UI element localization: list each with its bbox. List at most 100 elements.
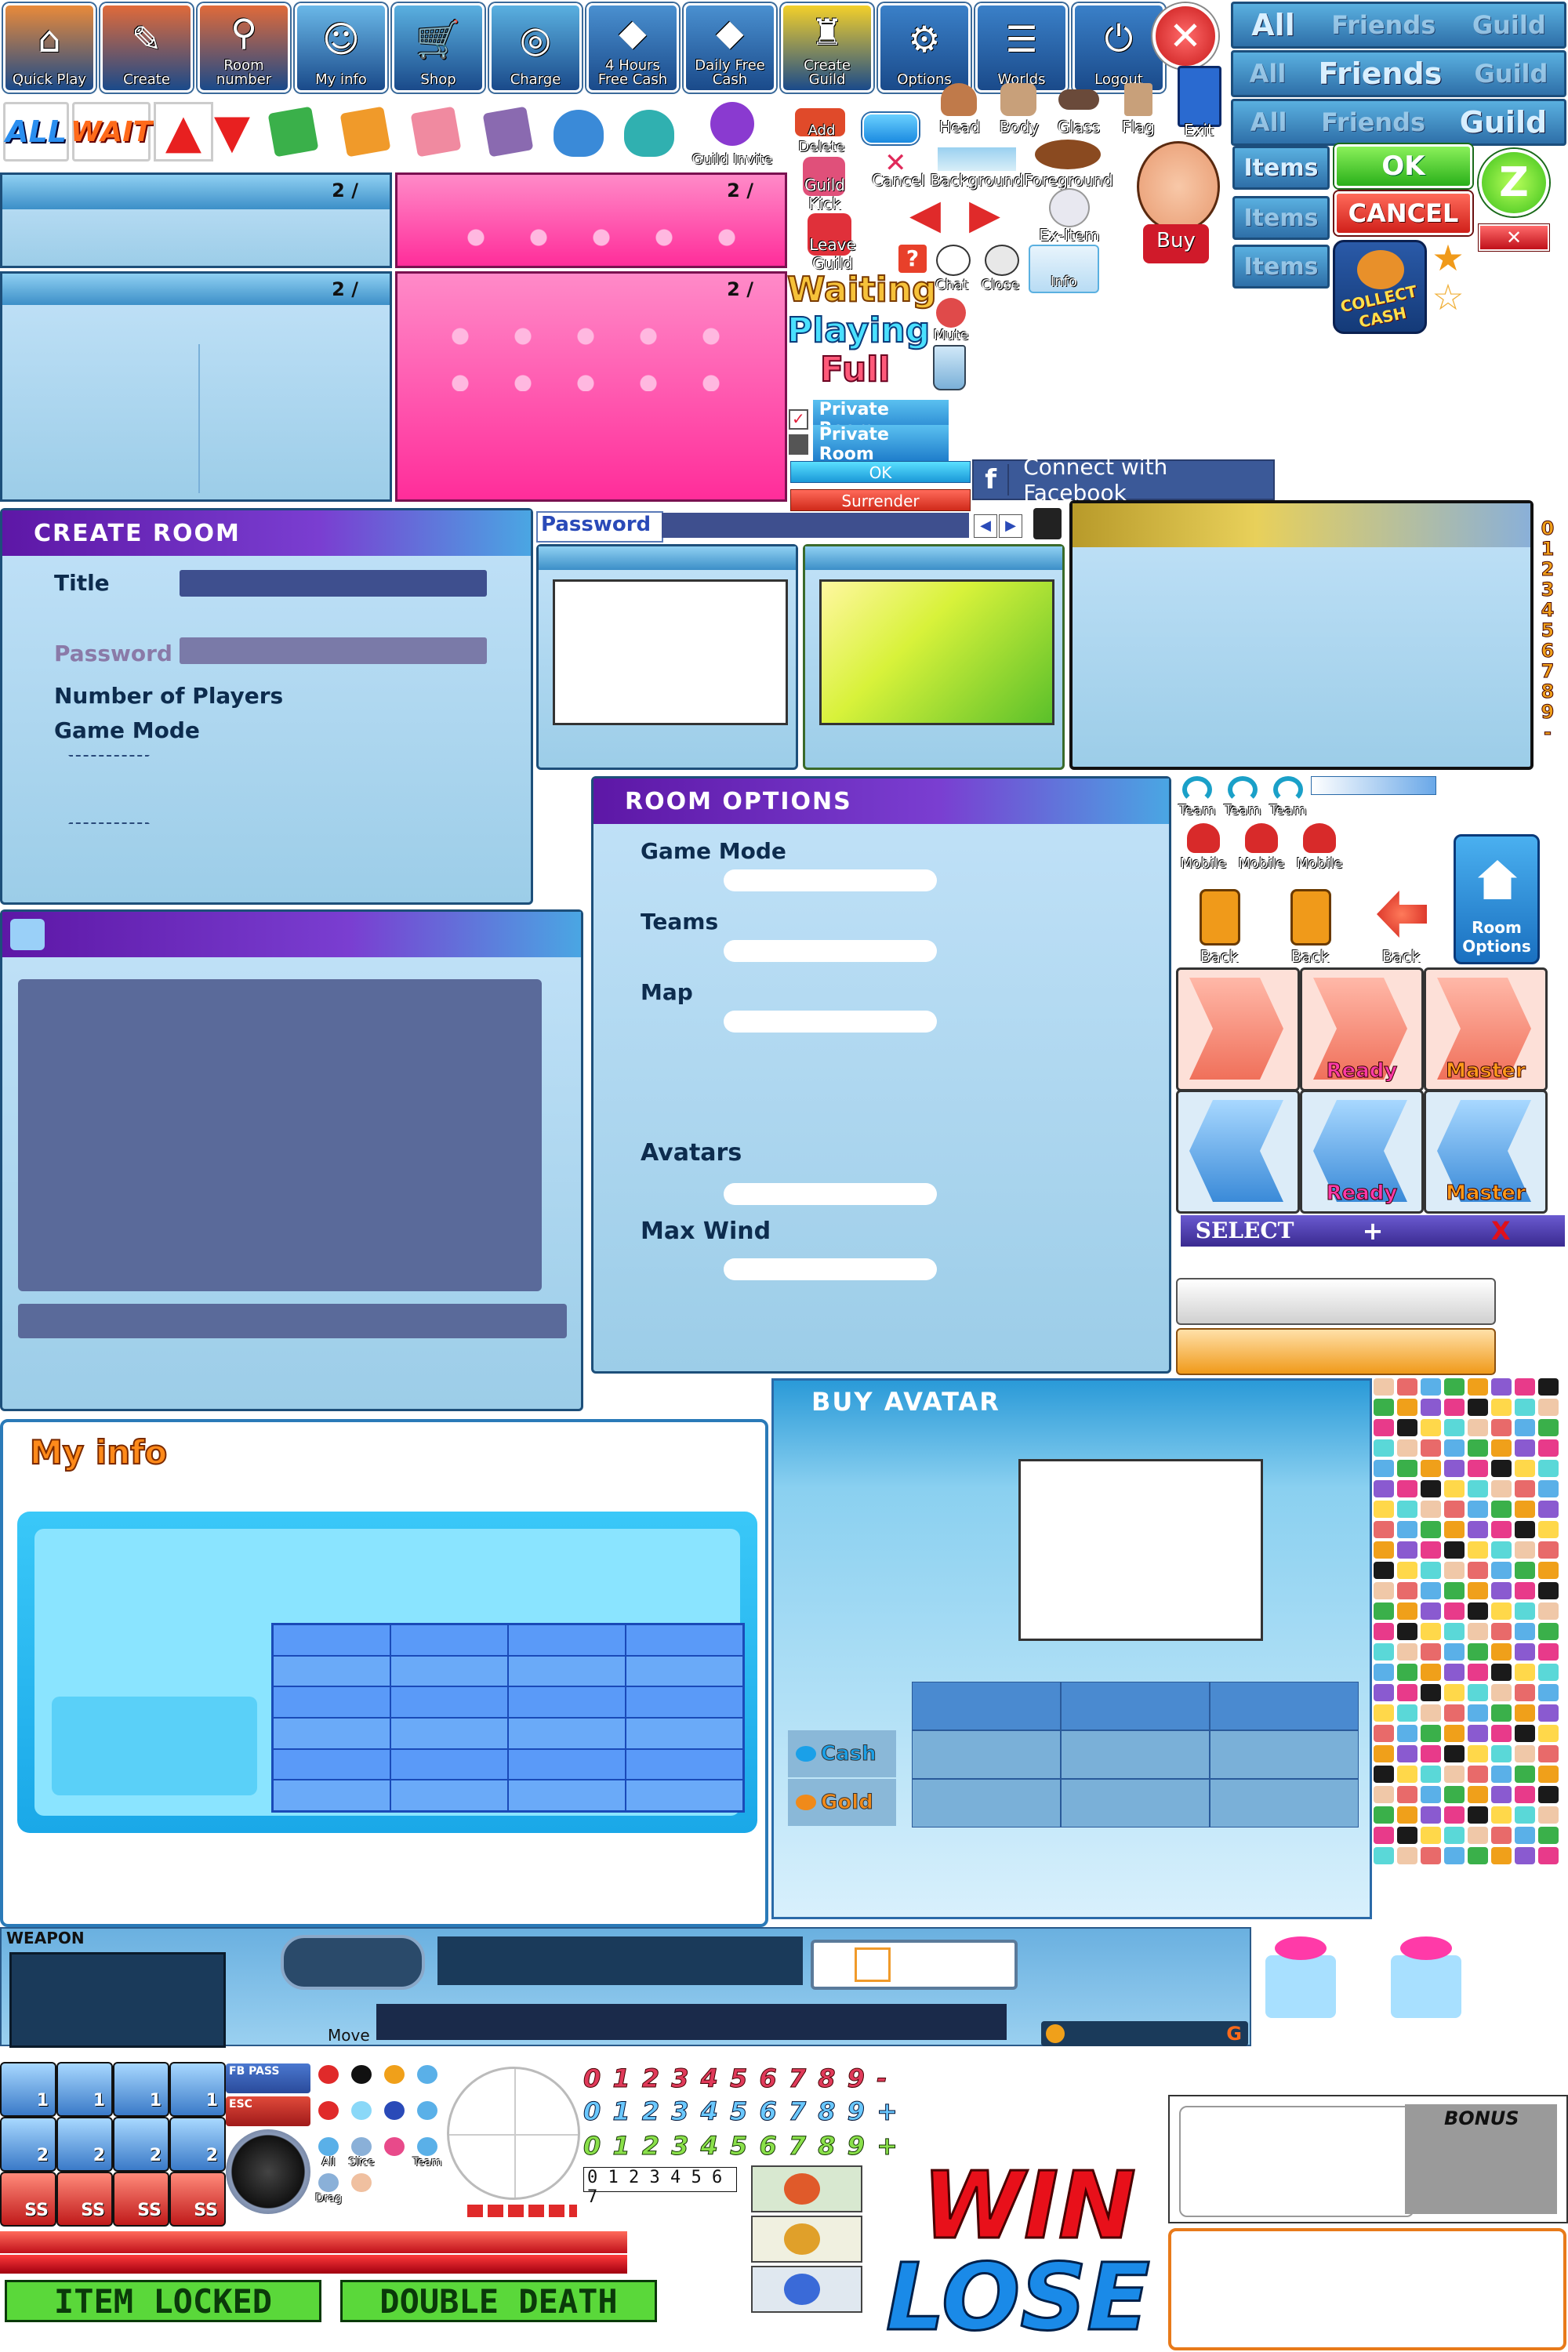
item-icon[interactable] — [1538, 1847, 1559, 1864]
item-icon[interactable] — [1491, 1847, 1512, 1864]
item-icon[interactable] — [1491, 1521, 1512, 1538]
item-icon[interactable] — [1397, 1521, 1417, 1538]
item-icon[interactable] — [1468, 1501, 1488, 1518]
item-icon[interactable] — [1468, 1378, 1488, 1396]
fb-pass-button[interactable]: FB PASS — [226, 2063, 310, 2093]
item-icon[interactable] — [1538, 1541, 1559, 1559]
item-icon[interactable] — [1444, 1847, 1465, 1864]
power-slider[interactable] — [811, 1940, 1018, 1990]
items-tab-dim[interactable]: Items — [1232, 245, 1330, 289]
guild-invite-button[interactable]: Guild Invite — [687, 99, 778, 168]
game-mode-option-field[interactable] — [724, 869, 937, 891]
foreground-button[interactable]: Foreground — [1024, 140, 1113, 190]
item-icon[interactable] — [1374, 1745, 1394, 1762]
item-icon[interactable] — [1374, 1521, 1394, 1538]
head-button[interactable]: Head — [930, 82, 989, 136]
tab-guild-2[interactable]: Guild — [1475, 59, 1548, 89]
item-icon[interactable] — [1538, 1786, 1559, 1803]
prev-arrow-icon[interactable]: ◀ — [974, 514, 997, 538]
tab-group-guild-selected[interactable]: All Friends Guild — [1231, 99, 1566, 146]
back-button[interactable]: Back — [1358, 881, 1444, 967]
item-icon[interactable] — [1397, 1766, 1417, 1783]
shield-icon[interactable] — [412, 2100, 442, 2132]
arrow-left-icon[interactable]: ◀ — [894, 191, 956, 238]
item-icon[interactable] — [1538, 1704, 1559, 1722]
coin-icon[interactable] — [379, 2063, 409, 2096]
item-icon[interactable] — [1374, 1419, 1394, 1436]
item-icon[interactable] — [1374, 1460, 1394, 1477]
all-chat-button[interactable]: All — [314, 2136, 343, 2169]
star-outline-icon[interactable]: ☆ — [1430, 279, 1466, 315]
teal-bird-icon[interactable] — [624, 110, 674, 157]
item-icon[interactable] — [1468, 1766, 1488, 1783]
item-icon[interactable] — [1538, 1582, 1559, 1599]
close-button-small[interactable]: Close — [972, 245, 1029, 293]
collect-cash-button[interactable]: COLLECT CASH — [1333, 240, 1427, 334]
esc-button[interactable]: ESC — [226, 2096, 310, 2126]
item-icon[interactable] — [1468, 1664, 1488, 1681]
mobile-button[interactable]: Mobile — [1234, 823, 1289, 872]
item-icon[interactable] — [1538, 1745, 1559, 1762]
item-icon[interactable] — [1444, 1419, 1465, 1436]
ready-back-chevron[interactable] — [1176, 1090, 1300, 1214]
item-icon[interactable] — [1444, 1541, 1465, 1559]
item-icon[interactable] — [1491, 1480, 1512, 1497]
tab-group-friends-selected[interactable]: All Friends Guild — [1231, 50, 1566, 97]
item-icon[interactable] — [1515, 1704, 1535, 1722]
missile-icon[interactable] — [314, 2100, 343, 2132]
back-button[interactable]: Back — [1176, 881, 1262, 967]
item-icon[interactable] — [1515, 1806, 1535, 1824]
item-icon[interactable] — [1444, 1643, 1465, 1661]
item-icon[interactable] — [1515, 1562, 1535, 1579]
item-icon[interactable] — [1491, 1664, 1512, 1681]
item-icon[interactable] — [1444, 1786, 1465, 1803]
ok-small-button[interactable]: OK — [790, 461, 971, 483]
item-icon[interactable] — [1374, 1562, 1394, 1579]
trash-icon[interactable] — [933, 345, 966, 390]
flag-button[interactable]: Flag — [1109, 82, 1168, 136]
item-icon[interactable] — [1421, 1480, 1441, 1497]
toolbar-button-room-number[interactable]: ⚲ Room number — [198, 3, 290, 93]
map-preview-panel-selected[interactable] — [803, 544, 1065, 770]
item-icon[interactable] — [1468, 1521, 1488, 1538]
item-icon[interactable] — [1397, 1664, 1417, 1681]
item-icon[interactable] — [1468, 1725, 1488, 1742]
tab-friends[interactable]: Friends — [1331, 10, 1436, 40]
item-icon[interactable] — [1515, 1643, 1535, 1661]
item-icon[interactable] — [1491, 1806, 1512, 1824]
item-icon[interactable] — [1374, 1847, 1394, 1864]
team-button[interactable]: Team — [1176, 776, 1218, 818]
toolbar-button-options[interactable]: ⚙ Options — [878, 3, 971, 93]
item-icon[interactable] — [1515, 1602, 1535, 1620]
item-icon[interactable] — [1468, 1480, 1488, 1497]
item-icon[interactable] — [1397, 1806, 1417, 1824]
item-icon[interactable] — [1538, 1684, 1559, 1701]
close-button[interactable]: ✕ — [1152, 3, 1218, 69]
ready-forward-chevron[interactable]: Ready — [1300, 967, 1424, 1091]
background-button[interactable]: Background — [930, 147, 1024, 190]
item-icon[interactable] — [1397, 1643, 1417, 1661]
item-icon[interactable] — [1444, 1460, 1465, 1477]
item-icon[interactable] — [1468, 1643, 1488, 1661]
item-icon[interactable] — [1444, 1684, 1465, 1701]
green-cube-icon[interactable] — [267, 106, 319, 158]
item-icon[interactable] — [1538, 1460, 1559, 1477]
item-icon[interactable] — [1421, 1847, 1441, 1864]
item-icon[interactable] — [1491, 1562, 1512, 1579]
item-icon[interactable] — [1491, 1419, 1512, 1436]
next-arrow-icon[interactable]: ▶ — [999, 514, 1022, 538]
item-icon[interactable] — [1468, 1541, 1488, 1559]
item-icon[interactable] — [1397, 1704, 1417, 1722]
select-label[interactable]: SELECT — [1181, 1215, 1309, 1247]
orange-bar[interactable] — [1176, 1328, 1496, 1375]
item-icon[interactable] — [1421, 1786, 1441, 1803]
funnel-icon[interactable] — [379, 2100, 409, 2132]
tab-group-all-selected[interactable]: All Friends Guild — [1231, 2, 1566, 49]
surrender-button[interactable]: Surrender — [790, 489, 971, 511]
toolbar-button-4-hours-free-cash[interactable]: ◆ 4 Hours Free Cash — [586, 3, 679, 93]
item-icon[interactable] — [1397, 1684, 1417, 1701]
item-icon[interactable] — [1421, 1602, 1441, 1620]
move-bar[interactable] — [376, 2004, 1007, 2040]
item-icon[interactable] — [1515, 1684, 1535, 1701]
slot-button[interactable]: SS — [56, 2172, 113, 2227]
